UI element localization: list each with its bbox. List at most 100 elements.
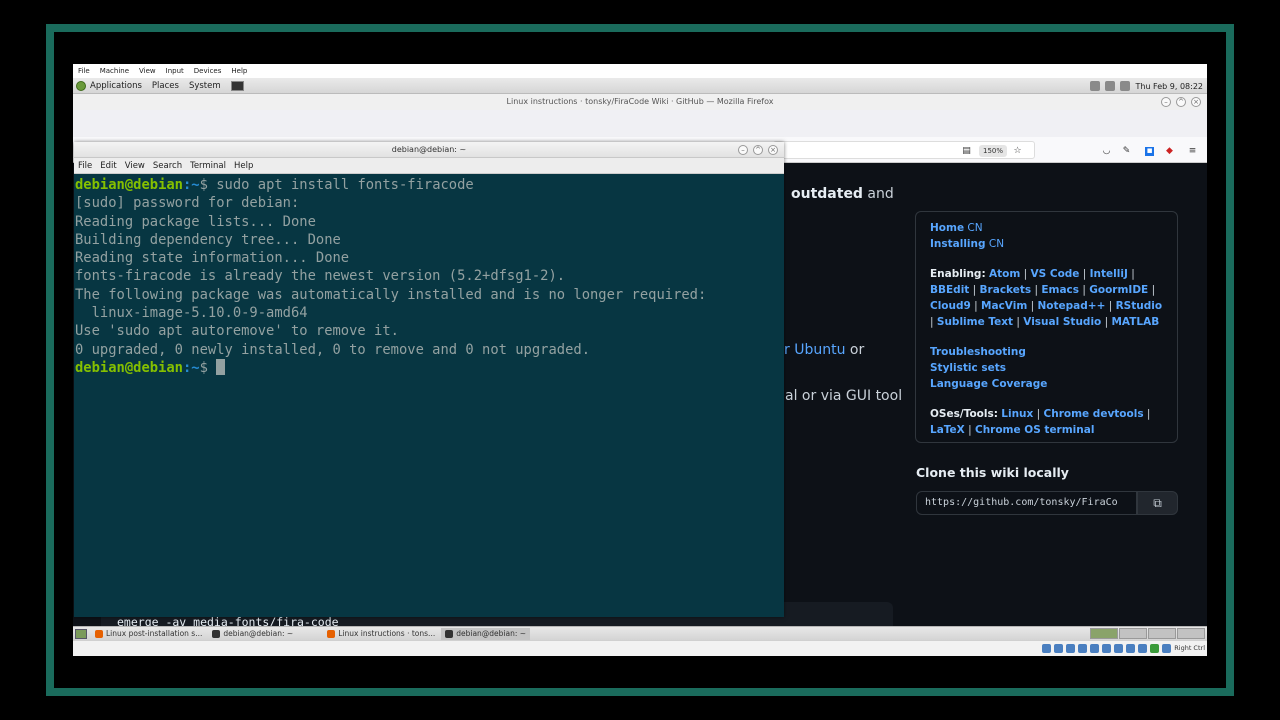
sidebar-link-stylistic-sets[interactable]: Stylistic sets [930, 362, 1006, 374]
terminal-menu-help[interactable]: Help [234, 161, 253, 171]
clone-url-input[interactable]: https://github.com/tonsky/FiraCo [916, 491, 1137, 515]
video-capture-icon[interactable] [1126, 644, 1135, 653]
audio-icon[interactable] [1066, 644, 1075, 653]
enabling-label: Enabling: [930, 268, 986, 280]
display-icon[interactable] [1114, 644, 1123, 653]
content-line-1: outdated and [791, 186, 894, 202]
taskbar-item[interactable]: Linux instructions · tons... [323, 628, 439, 640]
close-icon[interactable]: × [768, 145, 778, 155]
vm-menu-machine[interactable]: Machine [100, 67, 129, 75]
sidebar-link-chrome-devtools[interactable]: Chrome devtools [1044, 408, 1144, 420]
content-line-2: r Ubuntu or [784, 342, 865, 358]
terminal-menubar: File Edit View Search Terminal Help [74, 158, 784, 174]
menu-applications[interactable]: Applications [90, 81, 142, 91]
sidebar-link-vscode[interactable]: VS Code [1031, 268, 1080, 280]
bookmark-star-icon[interactable]: ☆ [1013, 147, 1022, 156]
terminal-menu-search[interactable]: Search [153, 161, 182, 171]
ublock-icon[interactable]: ◆ [1165, 147, 1174, 156]
terminal-output[interactable]: debian@debian:~$ sudo apt install fonts-… [75, 176, 781, 377]
sidebar-link-troubleshooting[interactable]: Troubleshooting [930, 346, 1026, 358]
sidebar-link-home[interactable]: Home [930, 222, 964, 234]
ubuntu-link[interactable]: r Ubuntu [784, 342, 845, 358]
menu-system[interactable]: System [189, 81, 221, 91]
minimize-icon[interactable]: – [1161, 97, 1171, 107]
sidebar-link-brackets[interactable]: Brackets [980, 284, 1032, 296]
firefox-icon [327, 629, 336, 638]
terminal-menu-terminal[interactable]: Terminal [190, 161, 226, 171]
mouse-integration-icon[interactable] [1150, 644, 1159, 653]
sidebar-link-atom[interactable]: Atom [989, 268, 1020, 280]
addon-icon[interactable]: ▪ [1145, 147, 1154, 156]
firefox-title: Linux instructions · tonsky/FiraCode Wik… [506, 97, 774, 106]
sidebar-link-matlab[interactable]: MATLAB [1111, 316, 1159, 328]
terminal-menu-file[interactable]: File [78, 161, 92, 171]
network-icon[interactable] [1105, 81, 1116, 91]
terminal-launcher-icon[interactable] [230, 80, 244, 91]
keyboard-icon[interactable] [1162, 644, 1171, 653]
close-icon[interactable]: × [1191, 97, 1201, 107]
sidebar-link-latex[interactable]: LaTeX [930, 424, 965, 436]
volume-icon[interactable] [1090, 81, 1101, 91]
output-line: The following package was automatically … [75, 286, 707, 303]
clone-wiki-title: Clone this wiki locally [916, 465, 1069, 480]
sidebar-link-rstudio[interactable]: RStudio [1116, 300, 1162, 312]
taskbar-item[interactable]: Linux post-installation s... [91, 628, 206, 640]
taskbar-item[interactable]: debian@debian: ~ [208, 628, 297, 640]
sidebar-link-chrome-os[interactable]: Chrome OS terminal [975, 424, 1094, 436]
terminal-icon [212, 629, 221, 638]
show-desktop-icon[interactable] [75, 628, 87, 639]
panel-clock[interactable]: Thu Feb 9, 08:22 [1135, 82, 1203, 91]
copy-clone-url-button[interactable]: ⧉ [1137, 491, 1178, 515]
vm-menu-input[interactable]: Input [166, 67, 184, 75]
sidebar-link-sublime[interactable]: Sublime Text [937, 316, 1013, 328]
sidebar-link-language-coverage[interactable]: Language Coverage [930, 378, 1047, 390]
terminal-menu-view[interactable]: View [125, 161, 145, 171]
sidebar-link-linux[interactable]: Linux [1001, 408, 1033, 420]
zoom-badge[interactable]: 150% [979, 145, 1007, 157]
sidebar-link-emacs[interactable]: Emacs [1041, 284, 1079, 296]
outdated-text: outdated [791, 186, 863, 202]
oses-label: OSes/Tools: [930, 408, 998, 420]
sidebar-link-notepadpp[interactable]: Notepad++ [1038, 300, 1106, 312]
output-line: 0 upgraded, 0 newly installed, 0 to remo… [75, 341, 590, 358]
terminal-menu-edit[interactable]: Edit [100, 161, 116, 171]
vm-menu-devices[interactable]: Devices [194, 67, 222, 75]
sidebar-link-installing[interactable]: Installing [930, 238, 986, 250]
usb-icon[interactable] [1090, 644, 1099, 653]
vm-menu-file[interactable]: File [78, 67, 90, 75]
terminal-icon [445, 629, 454, 638]
sidebar-link-home-cn[interactable]: CN [967, 222, 982, 234]
maximize-icon[interactable]: ^ [753, 145, 763, 155]
extension-icon[interactable]: ✎ [1122, 147, 1131, 156]
output-line: [sudo] password for debian: [75, 195, 300, 212]
network-adapter-icon[interactable] [1078, 644, 1087, 653]
workspace-switcher [1090, 628, 1205, 639]
workspace-1[interactable] [1090, 628, 1118, 639]
workspace-3[interactable] [1148, 628, 1176, 639]
reader-view-icon[interactable]: ▤ [962, 147, 971, 156]
vm-menu-view[interactable]: View [139, 67, 156, 75]
vm-menu-help[interactable]: Help [231, 67, 247, 75]
taskbar-item[interactable]: debian@debian: ~ [441, 627, 531, 640]
workspace-2[interactable] [1119, 628, 1147, 639]
shared-folders-icon[interactable] [1102, 644, 1111, 653]
minimize-icon[interactable]: – [738, 145, 748, 155]
optical-drive-icon[interactable] [1054, 644, 1063, 653]
maximize-icon[interactable]: ^ [1176, 97, 1186, 107]
hamburger-menu-icon[interactable]: ≡ [1188, 147, 1197, 156]
sidebar-link-installing-cn[interactable]: CN [989, 238, 1004, 250]
sidebar-link-macvim[interactable]: MacVim [981, 300, 1027, 312]
workspace-4[interactable] [1177, 628, 1205, 639]
vm-status-icons [1042, 644, 1171, 653]
vm-menubar: File Machine View Input Devices Help [73, 64, 1207, 78]
sidebar-link-goormide[interactable]: GoormIDE [1089, 284, 1148, 296]
sidebar-link-bbedit[interactable]: BBEdit [930, 284, 969, 296]
sidebar-link-intellij[interactable]: IntelliJ [1090, 268, 1128, 280]
sidebar-link-cloud9[interactable]: Cloud9 [930, 300, 971, 312]
menu-places[interactable]: Places [152, 81, 179, 91]
cpu-icon[interactable] [1138, 644, 1147, 653]
pocket-icon[interactable]: ◡ [1102, 147, 1111, 156]
hard-disk-icon[interactable] [1042, 644, 1051, 653]
sidebar-link-visual-studio[interactable]: Visual Studio [1023, 316, 1101, 328]
calendar-icon [1120, 81, 1131, 91]
